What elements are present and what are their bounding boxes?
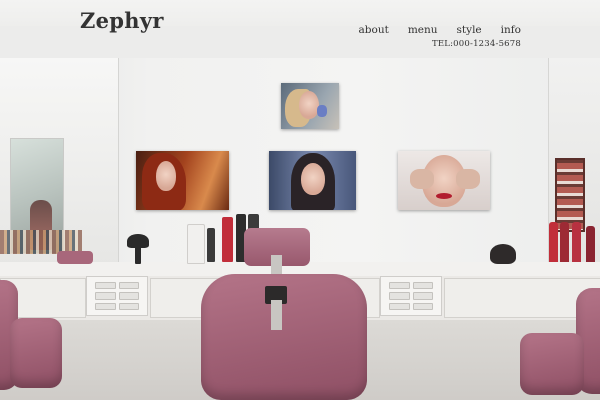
poster-center xyxy=(269,151,356,210)
nav-link-style[interactable]: style xyxy=(457,24,482,36)
reflected-head xyxy=(490,244,516,264)
outlet xyxy=(95,302,116,310)
spray-bottle xyxy=(572,222,581,264)
outlet xyxy=(412,292,433,300)
nav-link-about[interactable]: about xyxy=(359,24,389,36)
outlet xyxy=(389,302,410,310)
outlet xyxy=(118,302,139,310)
site-header: Zephyr about menu style info TEL:000-123… xyxy=(0,0,600,60)
outlet xyxy=(95,282,116,290)
poster-top xyxy=(281,83,339,129)
outlet xyxy=(412,302,433,310)
outlet xyxy=(389,292,410,300)
spray-bottle xyxy=(549,222,558,264)
outlet xyxy=(95,292,116,300)
outlet xyxy=(118,282,139,290)
product-rack xyxy=(555,158,585,232)
cushion xyxy=(57,251,93,264)
nav-item-style: style xyxy=(457,18,482,37)
bottle xyxy=(187,224,205,264)
outlet xyxy=(389,282,410,290)
brush-handle xyxy=(135,246,141,264)
poster-right xyxy=(398,151,490,210)
nav-item-info: info xyxy=(501,18,521,37)
hero-photo xyxy=(0,0,600,400)
spray-bottle xyxy=(586,226,595,264)
chair-post xyxy=(271,300,282,330)
outlet xyxy=(412,282,433,290)
poster-left xyxy=(136,151,229,210)
site-logo[interactable]: Zephyr xyxy=(80,8,164,33)
nav-item-menu: menu xyxy=(408,18,438,37)
main-nav: about menu style info xyxy=(359,18,521,37)
nav-link-menu[interactable]: menu xyxy=(408,24,438,36)
outlet xyxy=(118,292,139,300)
outlet-panel xyxy=(380,276,442,316)
bottle xyxy=(207,228,215,262)
outlet-panel xyxy=(86,276,148,316)
spray-bottle xyxy=(560,222,569,264)
bottle xyxy=(222,217,233,262)
salon-chair-left-arm xyxy=(10,318,62,388)
nav-item-about: about xyxy=(359,18,389,37)
salon-chair-right-arm xyxy=(520,333,584,395)
nav-link-info[interactable]: info xyxy=(501,24,521,36)
phone-number[interactable]: TEL:000-1234-5678 xyxy=(432,39,521,49)
